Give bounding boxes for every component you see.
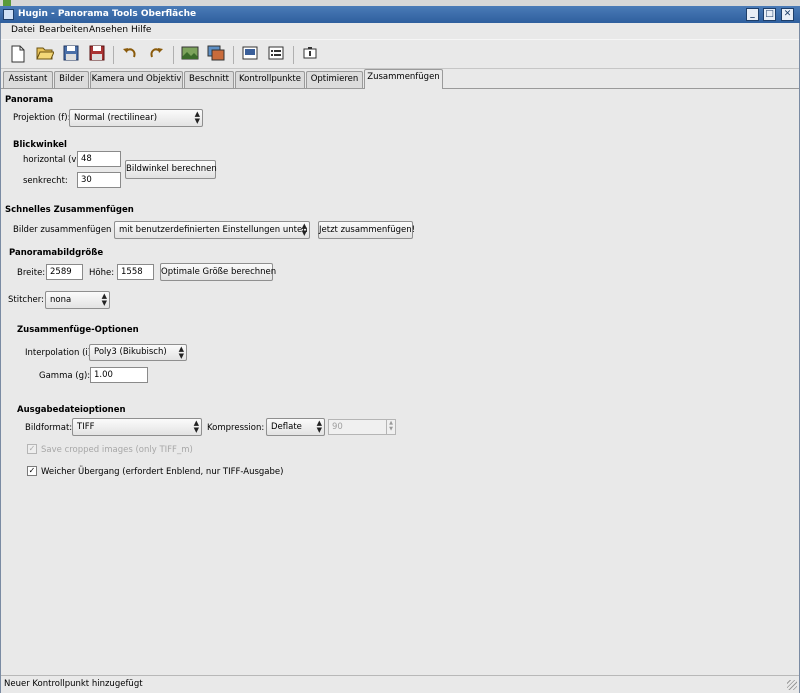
- menu-bearbeiten[interactable]: Bearbeiten: [39, 25, 88, 35]
- interpolation-select[interactable]: Poly3 (Bikubisch) ▲ ▼: [89, 344, 187, 361]
- tab-assistant[interactable]: Assistant: [3, 71, 53, 88]
- soft-blend-label: Weicher Übergang (erfordert Enblend, nur…: [41, 467, 284, 477]
- horizontal-fov-input[interactable]: 48: [77, 151, 121, 167]
- list-icon[interactable]: [265, 45, 287, 65]
- fov-header: Blickwinkel: [13, 140, 67, 150]
- spinner-arrows-icon: ▲ ▼: [386, 420, 395, 434]
- tab-zusammenfuegen[interactable]: Zusammenfügen: [364, 69, 443, 89]
- menu-datei[interactable]: Datei: [11, 25, 35, 35]
- add-images-icon[interactable]: [205, 45, 227, 65]
- status-bar: Neuer Kontrollpunkt hinzugefügt: [1, 675, 799, 692]
- stitch-mode-value: mit benutzerdefinierten Einstellungen un…: [119, 225, 308, 235]
- toolbar-separator: [293, 46, 294, 64]
- updown-arrows-icon: ▲ ▼: [178, 344, 184, 360]
- toolbar-separator: [173, 46, 174, 64]
- vertical-fov-label: senkrecht:: [23, 176, 68, 186]
- image-format-label: Bildformat:: [25, 423, 73, 433]
- tab-optimieren[interactable]: Optimieren: [306, 71, 363, 88]
- redo-icon[interactable]: [145, 45, 167, 65]
- stitch-now-button[interactable]: Jetzt zusammenfügen!: [318, 221, 415, 239]
- image-format-select[interactable]: TIFF ▲ ▼: [72, 418, 202, 436]
- stitcher-label: Stitcher:: [8, 295, 44, 305]
- tab-bilder[interactable]: Bilder: [54, 71, 89, 88]
- width-input[interactable]: 2589: [46, 264, 83, 280]
- calculate-fov-button[interactable]: Bildwinkel berechnen: [125, 160, 217, 179]
- open-icon[interactable]: [34, 45, 56, 65]
- gamma-label: Gamma (g):: [39, 371, 91, 381]
- preview-icon[interactable]: [239, 45, 261, 65]
- stitch-options-header: Zusammenfüge-Optionen: [17, 325, 139, 335]
- height-label: Höhe:: [89, 268, 115, 278]
- projection-label: Projektion (f):: [13, 113, 71, 123]
- save-cropped-checkbox: ✓: [27, 444, 37, 454]
- window-title: Hugin - Panorama Tools Oberfläche: [18, 9, 197, 19]
- tab-beschnitt[interactable]: Beschnitt: [184, 71, 234, 88]
- interpolation-value: Poly3 (Bikubisch): [94, 347, 167, 357]
- updown-arrows-icon: ▲ ▼: [194, 110, 200, 125]
- stitch-images-label: Bilder zusammenfügen: [13, 225, 112, 235]
- save-as-icon[interactable]: [86, 45, 108, 65]
- height-input[interactable]: 1558: [117, 264, 154, 280]
- canvas-size-header: Panoramabildgröße: [9, 248, 104, 258]
- projection-value: Normal (rectilinear): [74, 113, 158, 123]
- menu-hilfe[interactable]: Hilfe: [131, 25, 151, 35]
- info-icon[interactable]: [299, 45, 321, 65]
- stitcher-value: nona: [50, 295, 72, 305]
- gamma-input[interactable]: 1.00: [90, 367, 148, 383]
- interpolation-label: Interpolation (i):: [25, 348, 94, 358]
- toolbar-separator: [113, 46, 114, 64]
- updown-arrows-icon: ▲ ▼: [101, 292, 107, 307]
- menu-ansehen[interactable]: Ansehen: [89, 25, 128, 35]
- compression-select[interactable]: Deflate ▲ ▼: [266, 418, 325, 436]
- minimize-button[interactable]: _: [746, 8, 759, 21]
- save-icon[interactable]: [60, 45, 82, 65]
- tab-kontrollpunkte[interactable]: Kontrollpunkte: [235, 71, 305, 88]
- app-icon[interactable]: [3, 9, 14, 20]
- quality-value: 90: [332, 422, 343, 432]
- panorama-header: Panorama: [5, 95, 54, 105]
- compression-label: Kompression:: [207, 423, 265, 433]
- maximize-button[interactable]: □: [763, 8, 776, 21]
- updown-arrows-icon: ▲ ▼: [193, 419, 199, 434]
- save-cropped-label: Save cropped images (only TIFF_m): [41, 445, 193, 455]
- resize-grip-icon[interactable]: [787, 680, 797, 690]
- updown-arrows-icon: ▲ ▼: [316, 419, 322, 434]
- quality-spinner: 90 ▲ ▼: [328, 419, 396, 435]
- optimal-size-button[interactable]: Optimale Größe berechnen: [160, 263, 276, 281]
- width-label: Breite:: [17, 268, 46, 278]
- open-image-icon[interactable]: [179, 45, 201, 65]
- stitch-mode-select[interactable]: mit benutzerdefinierten Einstellungen un…: [114, 221, 310, 239]
- horizontal-fov-label: horizontal (v):: [23, 155, 83, 165]
- toolbar: [1, 39, 799, 69]
- menu-bar: Datei Bearbeiten Ansehen Hilfe: [1, 23, 799, 38]
- projection-select[interactable]: Normal (rectilinear) ▲ ▼: [69, 109, 203, 127]
- soft-blend-checkbox[interactable]: ✓: [27, 466, 37, 476]
- output-options-header: Ausgabedateioptionen: [17, 405, 126, 415]
- tab-kamera-und-objektiv[interactable]: Kamera und Objektiv: [90, 71, 183, 88]
- updown-arrows-icon: ▲ ▼: [301, 222, 307, 237]
- image-format-value: TIFF: [77, 422, 95, 432]
- toolbar-separator: [233, 46, 234, 64]
- stitcher-select[interactable]: nona ▲ ▼: [45, 291, 110, 309]
- quick-stitch-header: Schnelles Zusammenfügen: [5, 205, 134, 215]
- status-text: Neuer Kontrollpunkt hinzugefügt: [4, 679, 143, 689]
- compression-value: Deflate: [271, 422, 302, 432]
- vertical-fov-input[interactable]: 30: [77, 172, 121, 188]
- new-icon[interactable]: [7, 45, 29, 65]
- close-button[interactable]: ✕: [781, 8, 794, 21]
- title-bar[interactable]: Hugin - Panorama Tools Oberfläche _ □ ✕: [0, 6, 800, 23]
- undo-icon[interactable]: [119, 45, 141, 65]
